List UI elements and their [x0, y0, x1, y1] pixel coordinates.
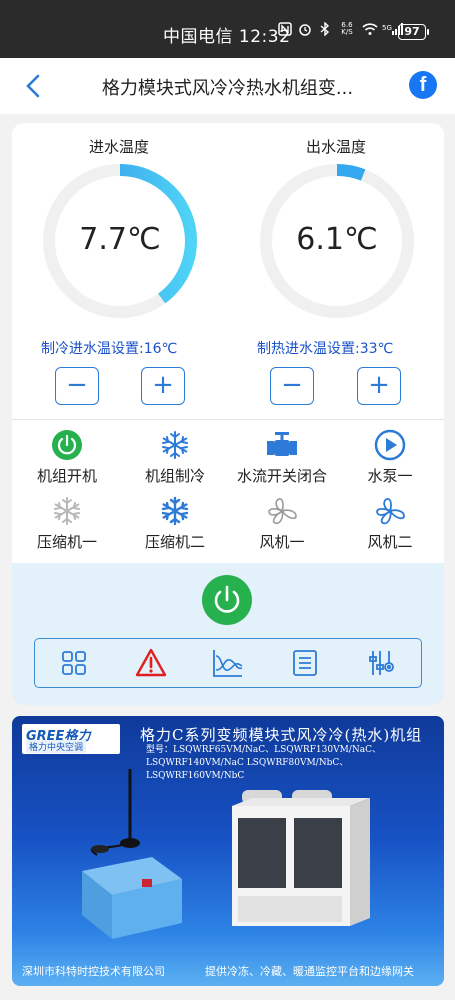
status-label: 水流开关闭合 [236, 467, 327, 485]
status-label: 压缩机一 [36, 533, 97, 551]
function-toolbar [34, 638, 422, 688]
status-label: 机组开机 [36, 467, 97, 485]
status-label: 水泵一 [367, 467, 413, 485]
status-label: 压缩机二 [144, 533, 205, 551]
status-pump-one: 水泵一 [335, 429, 444, 486]
status-unit-cooling: 机组制冷 [120, 429, 230, 486]
unit-side [350, 798, 370, 926]
banner-company: 深圳市科特时控技术有限公司 [22, 965, 165, 978]
back-button[interactable] [22, 72, 46, 100]
toolbar-list-button[interactable] [289, 647, 321, 679]
heating-setpoint-label: 制热进水温设置:33℃ [257, 341, 394, 357]
cable-coil [91, 845, 109, 853]
nfc-icon [278, 22, 292, 36]
device-card: 进水温度 7.7℃ 出水温度 6.1℃ 制冷进水温设置:16℃ 制热进水温设置:… [12, 123, 444, 705]
pump-icon [374, 429, 406, 461]
gateway-device-image [82, 769, 182, 939]
status-label: 风机二 [367, 533, 413, 551]
unit-panel [238, 896, 342, 922]
grid-icon [61, 651, 86, 675]
snowflake-icon [54, 497, 80, 525]
status-fan-one: 风机一 [227, 495, 337, 552]
status-label: 风机一 [259, 533, 305, 551]
cooling-increase-button[interactable]: + [141, 367, 185, 405]
wifi-icon [362, 22, 378, 36]
banner-title: 格力C系列变频模块式风冷冷(热水)机组 [140, 726, 423, 744]
inlet-temp-value: 7.7℃ [79, 222, 161, 257]
status-compressor-two: 压缩机二 [120, 495, 230, 552]
heating-decrease-button[interactable]: − [270, 367, 314, 405]
unit-top [232, 798, 370, 806]
gateway-port [142, 879, 152, 887]
page-title: 格力模块式风冷冷热水机组变... [101, 78, 354, 99]
unit-coil-right [294, 818, 342, 888]
signal-5g-label: 5G [382, 24, 392, 32]
power-toggle-button[interactable] [202, 575, 252, 625]
outlet-temp-label: 出水温度 [305, 138, 366, 156]
toolbar-settings-button[interactable] [366, 647, 398, 679]
inlet-temp-label: 进水温度 [88, 138, 149, 156]
banner-slogan: 提供冷冻、冷藏、暖通监控平台和边缘网关 [205, 965, 414, 978]
sliders-icon [369, 651, 395, 675]
chart-icon [213, 650, 243, 677]
divider [12, 419, 444, 420]
status-icons: 6.6 K/S 5G [278, 21, 404, 37]
status-water-switch: 水流开关闭合 [227, 429, 337, 486]
toolbar-alarm-button[interactable] [135, 647, 167, 679]
battery-indicator: 97 [398, 24, 429, 40]
alarm-icon [298, 22, 312, 36]
toolbar-grid-button[interactable] [58, 647, 90, 679]
outlet-temp-value: 6.1℃ [296, 222, 378, 257]
gree-logo: GREE格力 格力中央空调 [22, 724, 120, 754]
status-compressor-one: 压缩机一 [12, 495, 122, 552]
hvac-unit-image [232, 790, 370, 926]
fan-icon [268, 498, 297, 525]
warning-icon [135, 648, 166, 677]
facebook-share-icon[interactable]: f [409, 71, 437, 99]
power-icon [214, 585, 240, 613]
control-area [12, 563, 444, 705]
heating-increase-button[interactable]: + [357, 367, 401, 405]
water-valve-icon [267, 432, 297, 456]
chevron-left-icon [26, 74, 40, 98]
power-on-icon [52, 430, 82, 460]
cooling-decrease-button[interactable]: − [55, 367, 99, 405]
toolbar-chart-button[interactable] [212, 647, 244, 679]
antenna-base [120, 838, 140, 848]
status-carrier-time: 中国电信 12:32 [163, 27, 291, 47]
fan-icon [376, 498, 405, 525]
product-banner[interactable]: GREE格力 格力中央空调 格力C系列变频模块式风冷冷(热水)机组 型号：LSQ… [12, 716, 444, 986]
gree-logo-subtext: 格力中央空调 [26, 740, 87, 753]
status-label: 机组制冷 [144, 467, 205, 485]
bluetooth-icon [318, 21, 332, 37]
app-header: 格力模块式风冷冷热水机组变... [0, 58, 455, 114]
snowflake-icon [161, 496, 189, 526]
network-speed-icon: 6.6 K/S [341, 21, 353, 36]
list-icon [293, 650, 318, 676]
status-fan-two: 风机二 [335, 495, 444, 552]
unit-coil-left [238, 818, 286, 888]
snowflake-icon [162, 431, 188, 459]
status-bar: 中国电信 12:32 6.6 K/S 5G 97 [0, 0, 455, 58]
cooling-setpoint-label: 制冷进水温设置:16℃ [41, 341, 178, 357]
status-unit-on: 机组开机 [12, 429, 122, 486]
